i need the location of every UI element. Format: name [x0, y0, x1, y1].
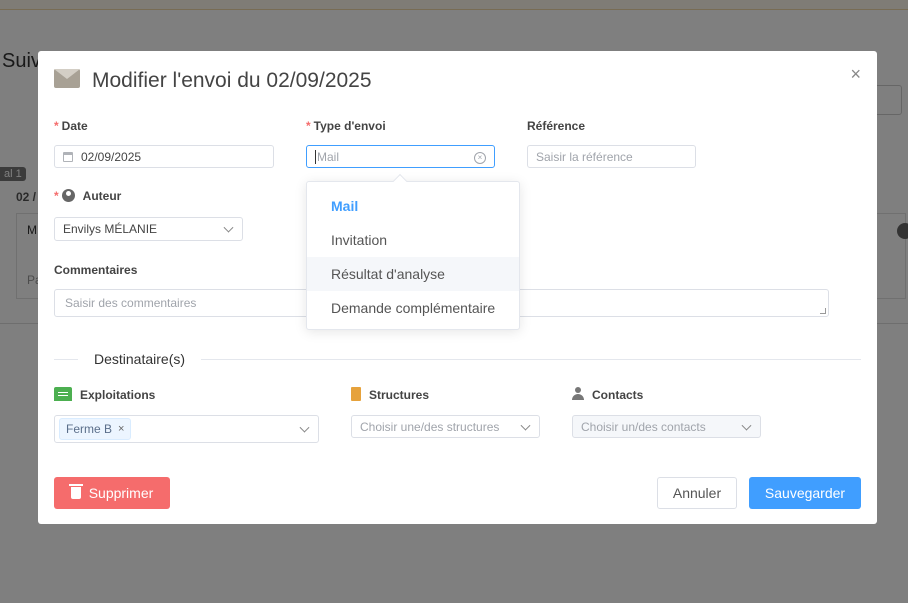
- contacts-label: Contacts: [572, 387, 643, 402]
- chevron-down-icon: [520, 420, 531, 431]
- envelope-icon: [54, 68, 80, 88]
- contacts-select[interactable]: Choisir un/des contacts: [572, 415, 761, 438]
- author-select[interactable]: Envilys MÉLANIE: [54, 217, 243, 241]
- user-circle-icon: [61, 189, 75, 202]
- contacts-placeholder: Choisir un/des contacts: [581, 419, 706, 434]
- clear-icon[interactable]: ×: [474, 152, 486, 164]
- date-label: * Date: [54, 119, 88, 133]
- recipients-title: Destinataire(s): [78, 351, 202, 367]
- reference-placeholder: Saisir la référence: [536, 149, 633, 164]
- exploitation-tag: Ferme B ×: [59, 418, 132, 440]
- date-value: 02/09/2025: [81, 149, 142, 164]
- date-picker[interactable]: 02/09/2025: [54, 145, 274, 168]
- dropdown-option-mail[interactable]: Mail: [307, 189, 519, 223]
- chevron-down-icon: [223, 222, 234, 233]
- comments-placeholder: Saisir des commentaires: [65, 296, 197, 310]
- comments-label: Commentaires: [54, 263, 138, 277]
- modal-header: Modifier l'envoi du 02/09/2025: [54, 68, 372, 93]
- dropdown-option-resultat-analyse[interactable]: Résultat d'analyse: [307, 257, 519, 291]
- exploitations-label: Exploitations: [54, 387, 155, 402]
- dropdown-option-demande-complementaire[interactable]: Demande complémentaire: [307, 291, 519, 325]
- structures-placeholder: Choisir une/des structures: [360, 419, 500, 434]
- person-icon: [572, 387, 584, 401]
- chevron-down-icon: [741, 420, 752, 431]
- exploitations-select[interactable]: Ferme B ×: [54, 415, 319, 443]
- type-select[interactable]: Mail ×: [306, 145, 495, 168]
- delete-button[interactable]: Supprimer: [54, 477, 170, 509]
- reference-input[interactable]: Saisir la référence: [527, 145, 696, 168]
- author-label: * Auteur: [54, 189, 122, 203]
- structures-label: Structures: [351, 387, 429, 402]
- type-label: * Type d'envoi: [306, 119, 386, 133]
- type-placeholder: Mail: [315, 149, 340, 164]
- chevron-down-icon: [299, 422, 310, 433]
- warehouse-icon: [54, 387, 72, 401]
- modal-title: Modifier l'envoi du 02/09/2025: [92, 69, 372, 92]
- trash-icon: [68, 484, 83, 499]
- structures-select[interactable]: Choisir une/des structures: [351, 415, 540, 438]
- type-dropdown: Mail Invitation Résultat d'analyse Deman…: [306, 173, 520, 330]
- reference-label: Référence: [527, 119, 586, 133]
- calendar-icon: [63, 151, 73, 162]
- cancel-button[interactable]: Annuler: [657, 477, 737, 509]
- dropdown-option-invitation[interactable]: Invitation: [307, 223, 519, 257]
- tag-close-icon[interactable]: ×: [118, 423, 124, 435]
- resize-handle[interactable]: [820, 308, 826, 314]
- author-value: Envilys MÉLANIE: [63, 222, 158, 236]
- building-icon: [351, 387, 361, 401]
- save-button[interactable]: Sauvegarder: [749, 477, 861, 509]
- close-icon[interactable]: ×: [850, 65, 861, 83]
